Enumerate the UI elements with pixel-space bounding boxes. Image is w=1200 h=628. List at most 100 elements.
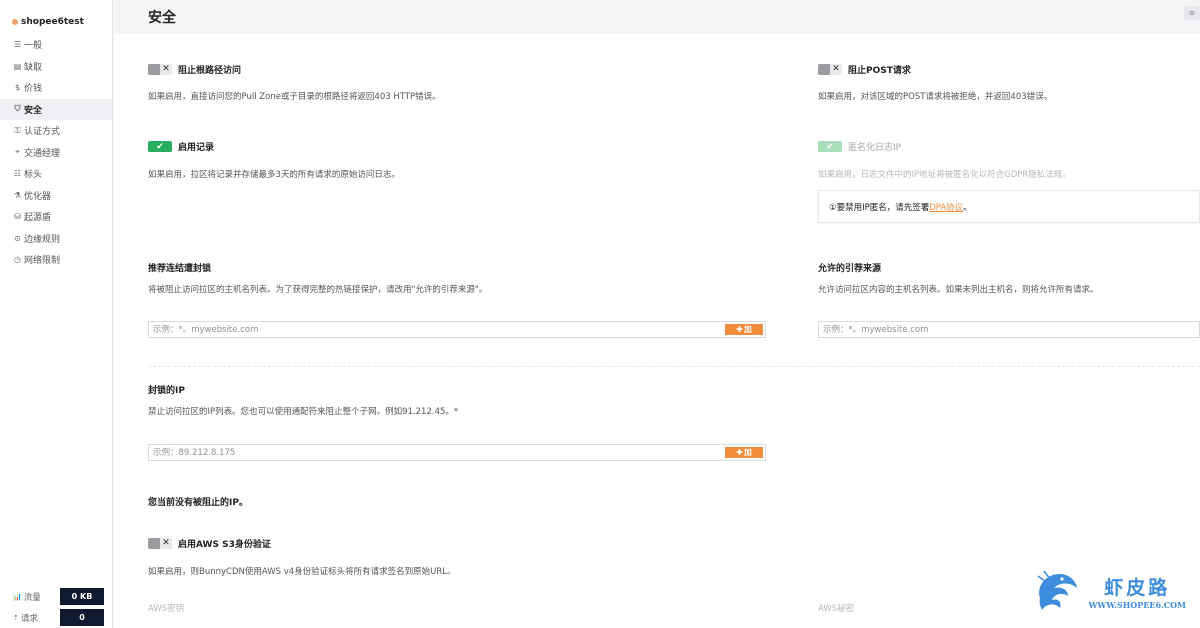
sidebar-item-icon: ☷ xyxy=(13,169,22,179)
sidebar-item-2[interactable]: $ 价钱 xyxy=(0,77,112,99)
sidebar-item-label: 缺取 xyxy=(24,62,43,73)
sidebar-item-label: 交通经理 xyxy=(24,148,61,159)
toggle-knob xyxy=(148,64,160,75)
sidebar-item-4[interactable]: ⚿ 认证方式 xyxy=(0,120,112,142)
x-icon: ✕ xyxy=(160,538,172,549)
plus-icon: ✚ xyxy=(736,325,743,334)
blocked-ips-field: ✚加 xyxy=(148,444,766,461)
menu-icon[interactable]: ≡ xyxy=(1184,6,1200,20)
blocked-referrers-title: 推荐连结遭封锁 xyxy=(148,264,212,274)
block-root-setting: ✕ 阻止根路径访问 xyxy=(148,63,241,76)
add-label: 加 xyxy=(743,325,752,334)
sidebar-item-icon: $ xyxy=(14,83,21,93)
sidebar-nav: ☰ 一般 ▤ 缺取 $ 价钱 ⛉ 安全 ⚿ 认证方式 ⌖ 交通经理 ☷ 标头 ⚗ 优化器 ⛁ 起源盾 ⊙ 边缘规则 ◷ 网… xyxy=(0,34,112,271)
block-post-title: 阻止POST请求 xyxy=(848,66,911,76)
stat-label-group: ⇡ 请求 xyxy=(13,612,38,624)
sidebar-item-3[interactable]: ⛉ 安全 xyxy=(0,98,112,120)
block-root-toggle[interactable]: ✕ xyxy=(148,64,172,75)
watermark-en: WWW.SHOPEE6.COM xyxy=(1088,599,1186,610)
sidebar-item-9[interactable]: ⊙ 边缘规则 xyxy=(0,228,112,250)
dpa-link[interactable]: DPA协议 xyxy=(929,201,963,213)
stat-value: 0 KB xyxy=(60,588,104,605)
plus-icon: ✚ xyxy=(736,448,743,457)
sidebar-item-label: 边缘规则 xyxy=(24,234,61,245)
allowed-referrers-field xyxy=(818,321,1200,338)
sidebar-item-1[interactable]: ▤ 缺取 xyxy=(0,56,112,78)
dragon-logo-icon xyxy=(1037,570,1078,610)
sidebar-item-icon: ☰ xyxy=(13,40,22,50)
block-post-desc: 如果启用，对该区域的POST请求将被拒绝，并返回403错误。 xyxy=(818,92,1053,102)
allowed-referrers-title: 允许的引荐来源 xyxy=(818,264,882,274)
sidebar-item-label: 认证方式 xyxy=(24,127,61,138)
dpa-notice-text: ①要禁用IP匿名，请先签署 xyxy=(829,202,930,213)
watermark-cn: 虾皮路 xyxy=(1104,576,1171,599)
section-divider xyxy=(148,366,1200,367)
logging-toggle[interactable]: ✔ xyxy=(148,141,172,152)
aws-auth-setting: ✕ 启用AWS S3身份验证 xyxy=(148,537,271,550)
sidebar: shopee6test ☰ 一般 ▤ 缺取 $ 价钱 ⛉ 安全 ⚿ 认证方式 ⌖ 交通经理 ☷ 标头 ⚗ 优化… xyxy=(0,0,113,628)
app-name: shopee6test xyxy=(21,17,84,27)
sidebar-item-6[interactable]: ☷ 标头 xyxy=(0,163,112,185)
brand[interactable]: shopee6test xyxy=(0,0,112,34)
sidebar-item-label: 起源盾 xyxy=(24,213,52,224)
allowed-referrers-input[interactable] xyxy=(819,322,1199,337)
stat-row: 📊 流量 0 KB xyxy=(0,586,113,607)
block-post-setting: ✕ 阻止POST请求 xyxy=(818,63,911,76)
sidebar-item-label: 标头 xyxy=(24,170,43,181)
toggle-knob xyxy=(148,538,160,549)
block-root-desc: 如果启用，直接访问您的Pull Zone或子目录的根路径将返回403 HTTP错… xyxy=(148,92,441,102)
stat-label: 请求 xyxy=(20,613,38,624)
x-icon: ✕ xyxy=(160,64,172,75)
bar-chart-icon: 📊 xyxy=(13,592,22,601)
anonymize-ip-title: 匿名化日志IP xyxy=(848,143,902,153)
sidebar-item-8[interactable]: ⛁ 起源盾 xyxy=(0,206,112,228)
blocked-referrers-desc: 将被阻止访问拉区的主机名列表。为了获得完整的热链接保护，请改用"允许的引荐来源"… xyxy=(148,285,488,295)
sidebar-item-10[interactable]: ◷ 网络限制 xyxy=(0,249,112,271)
add-label: 加 xyxy=(743,448,752,457)
page-header: 安全 ≡ xyxy=(114,0,1200,33)
sidebar-item-label: 价钱 xyxy=(24,84,43,95)
sidebar-item-icon: ⚗ xyxy=(13,190,22,200)
dpa-notice: ①要禁用IP匿名，请先签署 DPA协议。 xyxy=(818,190,1200,223)
watermark-text: 虾皮路 WWW.SHOPEE6.COM xyxy=(1088,573,1186,610)
dpa-notice-suffix: 。 xyxy=(963,202,972,213)
sidebar-item-icon: ⊙ xyxy=(14,233,21,243)
aws-auth-desc: 如果启用，则BunnyCDN使用AWS v4身份验证标头将所有请求签名到原始UR… xyxy=(148,567,456,577)
watermark: 虾皮路 WWW.SHOPEE6.COM xyxy=(1032,568,1186,614)
sidebar-item-7[interactable]: ⚗ 优化器 xyxy=(0,185,112,207)
stat-label-group: 📊 流量 xyxy=(13,591,41,603)
block-root-title: 阻止根路径访问 xyxy=(178,66,242,76)
blocked-ips-title: 封锁的IP xyxy=(148,386,185,396)
sidebar-item-0[interactable]: ☰ 一般 xyxy=(0,34,112,56)
sidebar-stats: 📊 流量 0 KB ⇡ 请求 0 xyxy=(0,586,113,628)
upload-icon: ⇡ xyxy=(13,613,19,622)
check-icon: ✔ xyxy=(156,141,164,152)
block-post-toggle[interactable]: ✕ xyxy=(818,64,842,75)
sidebar-item-icon: ◷ xyxy=(14,255,21,265)
blocked-referrers-input[interactable] xyxy=(149,322,725,337)
logging-title: 启用记录 xyxy=(178,143,215,153)
add-blocked-ip-button[interactable]: ✚ 加 xyxy=(725,447,763,458)
sidebar-item-5[interactable]: ⌖ 交通经理 xyxy=(0,142,112,164)
page-title: 安全 xyxy=(148,9,176,26)
aws-auth-toggle[interactable]: ✕ xyxy=(148,538,172,549)
anonymize-ip-toggle[interactable]: ✔ xyxy=(818,141,842,152)
check-icon: ✔ xyxy=(826,141,834,152)
stat-row: ⇡ 请求 0 xyxy=(0,607,113,628)
anonymize-ip-desc: 如果启用，日志文件中的IP地址将被匿名化以符合GDPR隐私法规。 xyxy=(818,170,1071,180)
allowed-referrers-desc: 允许访问拉区内容的主机名列表。如果未列出主机名，则将允许所有请求。 xyxy=(818,285,1099,295)
stat-value: 0 xyxy=(60,609,104,626)
sidebar-item-label: 优化器 xyxy=(24,191,52,202)
logging-setting: ✔ 启用记录 xyxy=(148,140,214,153)
sidebar-item-icon: ⚿ xyxy=(14,125,21,135)
sidebar-item-icon: ▤ xyxy=(13,61,22,71)
blocked-ips-input[interactable] xyxy=(149,445,725,460)
no-blocked-ips-text: 您当前没有被阻止的IP。 xyxy=(148,498,248,508)
stat-label: 流量 xyxy=(23,592,41,603)
aws-auth-title: 启用AWS S3身份验证 xyxy=(178,540,271,550)
sidebar-item-icon: ⛁ xyxy=(14,212,21,222)
x-icon: ✕ xyxy=(830,64,842,75)
sidebar-item-icon: ⌖ xyxy=(15,147,20,157)
sidebar-item-label: 一般 xyxy=(24,41,43,52)
add-blocked-referrer-button[interactable]: ✚ 加 xyxy=(725,324,763,335)
